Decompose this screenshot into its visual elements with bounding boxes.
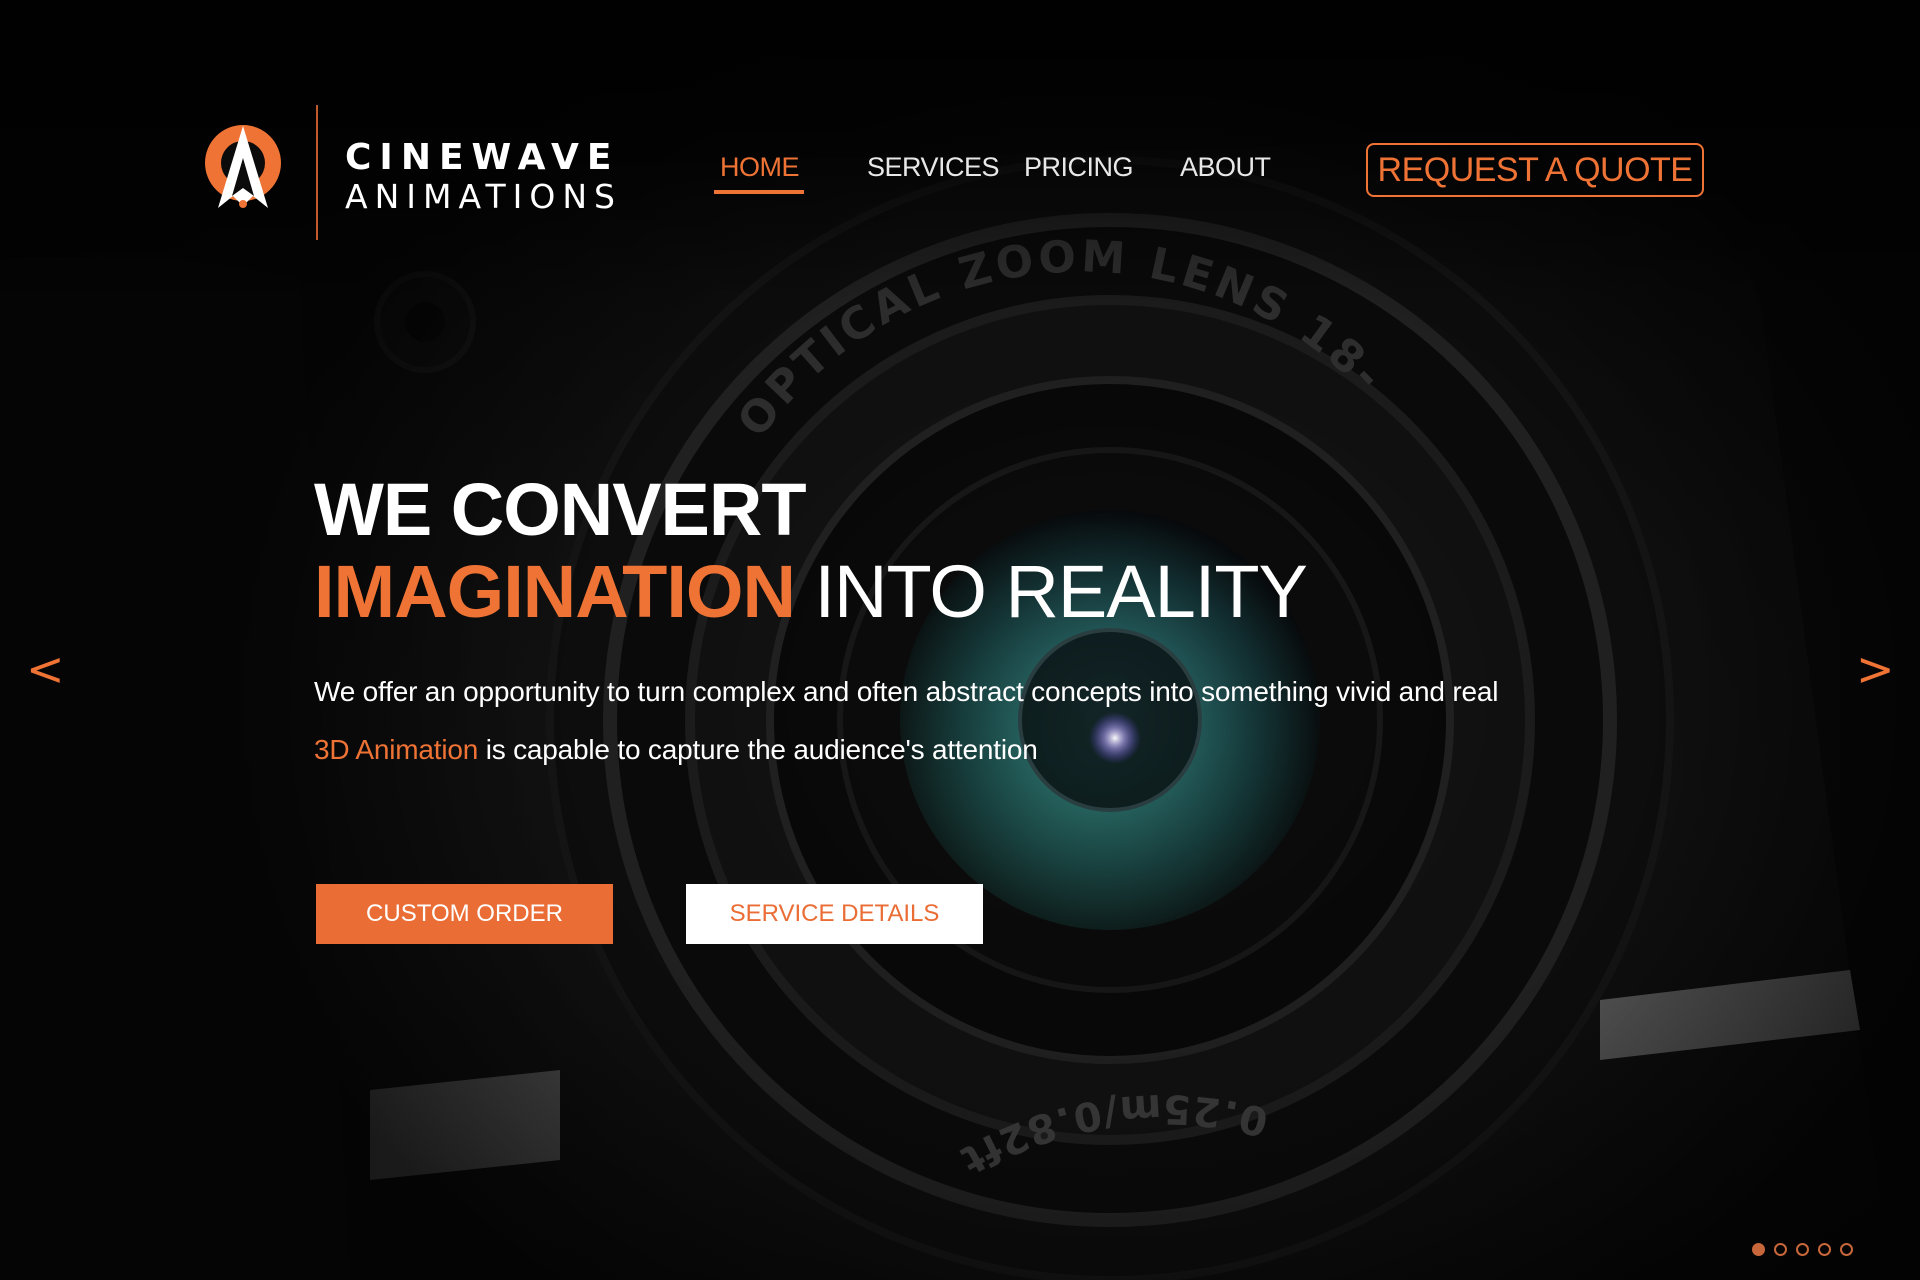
hero-title-line2: IMAGINATION INTO REALITY [314,550,1308,633]
carousel-dot[interactable] [1818,1243,1831,1256]
hero-subtitle-2: 3D Animation is capable to capture the a… [314,734,1038,766]
hero-subtitle: We offer an opportunity to turn complex … [314,676,1499,707]
nav-active-underline [714,190,804,194]
brand-name[interactable]: CINEWAVE ANIMATIONS [345,138,622,216]
hero-title-rest: INTO REALITY [794,550,1307,633]
custom-order-button[interactable]: CUSTOM ORDER [316,884,613,944]
carousel-dot[interactable] [1840,1243,1853,1256]
chevron-right-icon[interactable]: > [1856,642,1895,696]
compass-a-logo-icon[interactable] [198,118,288,228]
carousel-dot[interactable] [1774,1243,1787,1256]
chevron-left-icon[interactable]: < [26,642,65,696]
hero-subtitle-rest: is capable to capture the audience's att… [478,734,1038,765]
hero-title-line1: WE CONVERT [314,468,807,551]
nav-item-pricing[interactable]: PRICING [1024,152,1134,183]
request-quote-button[interactable]: REQUEST A QUOTE [1366,143,1704,197]
nav-item-services[interactable]: SERVICES [867,152,1000,183]
brand-name-top: CINEWAVE [345,137,620,178]
carousel-dot[interactable] [1796,1243,1809,1256]
brand-name-bottom: ANIMATIONS [345,177,622,216]
carousel-dot[interactable] [1752,1243,1765,1256]
hero-title-accent: IMAGINATION [314,550,796,633]
logo-divider [316,105,318,240]
carousel-pagination [1752,1243,1853,1256]
nav-item-about[interactable]: ABOUT [1180,152,1271,183]
nav-item-home[interactable]: HOME [720,152,800,183]
hero-subtitle-accent: 3D Animation [314,734,479,765]
service-details-button[interactable]: SERVICE DETAILS [686,884,983,944]
